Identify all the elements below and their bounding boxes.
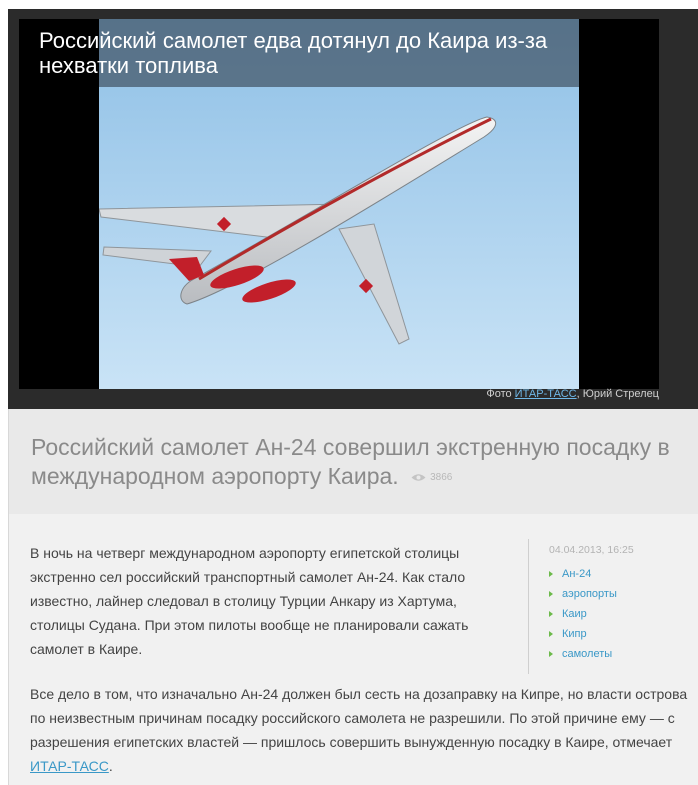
body-paragraph: Все дело в том, что изначально Ан-24 дол… [30, 682, 695, 778]
summary-text: Российский самолет Ан-24 совершил экстре… [31, 434, 670, 489]
tag-label: аэропорты [562, 588, 617, 600]
tag-planes[interactable]: самолеты [549, 644, 698, 664]
views-counter: 3866 [411, 463, 452, 492]
summary-block: Российский самолет Ан-24 совершил экстре… [31, 433, 681, 492]
source-link[interactable]: ИТАР-ТАСС [30, 758, 109, 774]
body-text-end: . [108, 758, 113, 774]
article-body: В ночь на четверг международном аэропорт… [8, 514, 698, 785]
tag-airports[interactable]: аэропорты [549, 584, 698, 604]
photo-caption: Фото ИТАР-ТАСС, Юрий Стрелец [486, 388, 659, 400]
arrow-right-icon [549, 631, 553, 637]
arrow-right-icon [549, 591, 553, 597]
views-count: 3866 [430, 472, 453, 484]
article-meta: 04.04.2013, 16:25 Ан-24 аэропорты Каир К… [528, 539, 698, 674]
arrow-right-icon [549, 611, 553, 617]
headline: Российский самолет едва дотянул до Каира… [39, 28, 548, 78]
media-section: Российский самолет едва дотянул до Каира… [8, 9, 698, 409]
tag-label: самолеты [562, 648, 613, 660]
tag-an24[interactable]: Ан-24 [549, 564, 698, 584]
tag-cairo[interactable]: Каир [549, 604, 698, 624]
tag-cyprus[interactable]: Кипр [549, 624, 698, 644]
article-summary: Российский самолет Ан-24 совершил экстре… [8, 409, 698, 514]
article-page: Российский самолет едва дотянул до Каира… [0, 0, 698, 785]
caption-author: , Юрий Стрелец [576, 388, 659, 400]
tag-label: Каир [562, 608, 587, 620]
body-text: Все дело в том, что изначально Ан-24 дол… [30, 686, 688, 750]
photo-frame: Российский самолет едва дотянул до Каира… [19, 19, 659, 389]
arrow-right-icon [549, 651, 553, 657]
caption-prefix: Фото [486, 388, 512, 400]
tag-label: Ан-24 [562, 568, 592, 580]
arrow-right-icon [549, 571, 553, 577]
tag-label: Кипр [562, 628, 587, 640]
eye-icon [411, 474, 426, 482]
publish-date: 04.04.2013, 16:25 [549, 544, 634, 556]
caption-source-link[interactable]: ИТАР-ТАСС [515, 388, 577, 400]
lead-paragraph: В ночь на четверг международном аэропорт… [30, 545, 469, 657]
